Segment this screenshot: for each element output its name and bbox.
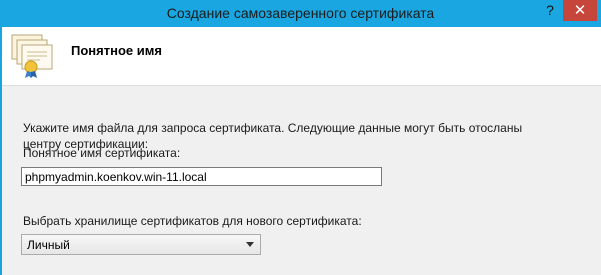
wizard-header: Понятное имя: [2, 27, 601, 86]
page-title: Понятное имя: [71, 43, 162, 58]
dialog-body: Понятное имя Укажите имя файла для запро…: [2, 27, 601, 275]
certificate-icon: [11, 34, 53, 78]
dialog-window: Создание самозаверенного сертификата ? ✕…: [0, 0, 601, 275]
certificate-store-select[interactable]: Личный: [21, 234, 261, 255]
friendly-name-input[interactable]: [21, 167, 382, 186]
help-button[interactable]: ?: [537, 0, 563, 21]
chevron-down-icon: [246, 242, 254, 247]
close-button[interactable]: ✕: [563, 0, 597, 21]
certificate-store-label: Выбрать хранилище сертификатов для новог…: [23, 214, 362, 228]
title-bar[interactable]: Создание самозаверенного сертификата ? ✕: [0, 0, 601, 27]
friendly-name-label: Понятное имя сертификата:: [23, 146, 181, 160]
window-title: Создание самозаверенного сертификата: [166, 5, 435, 21]
certificate-store-value: Личный: [27, 238, 70, 252]
